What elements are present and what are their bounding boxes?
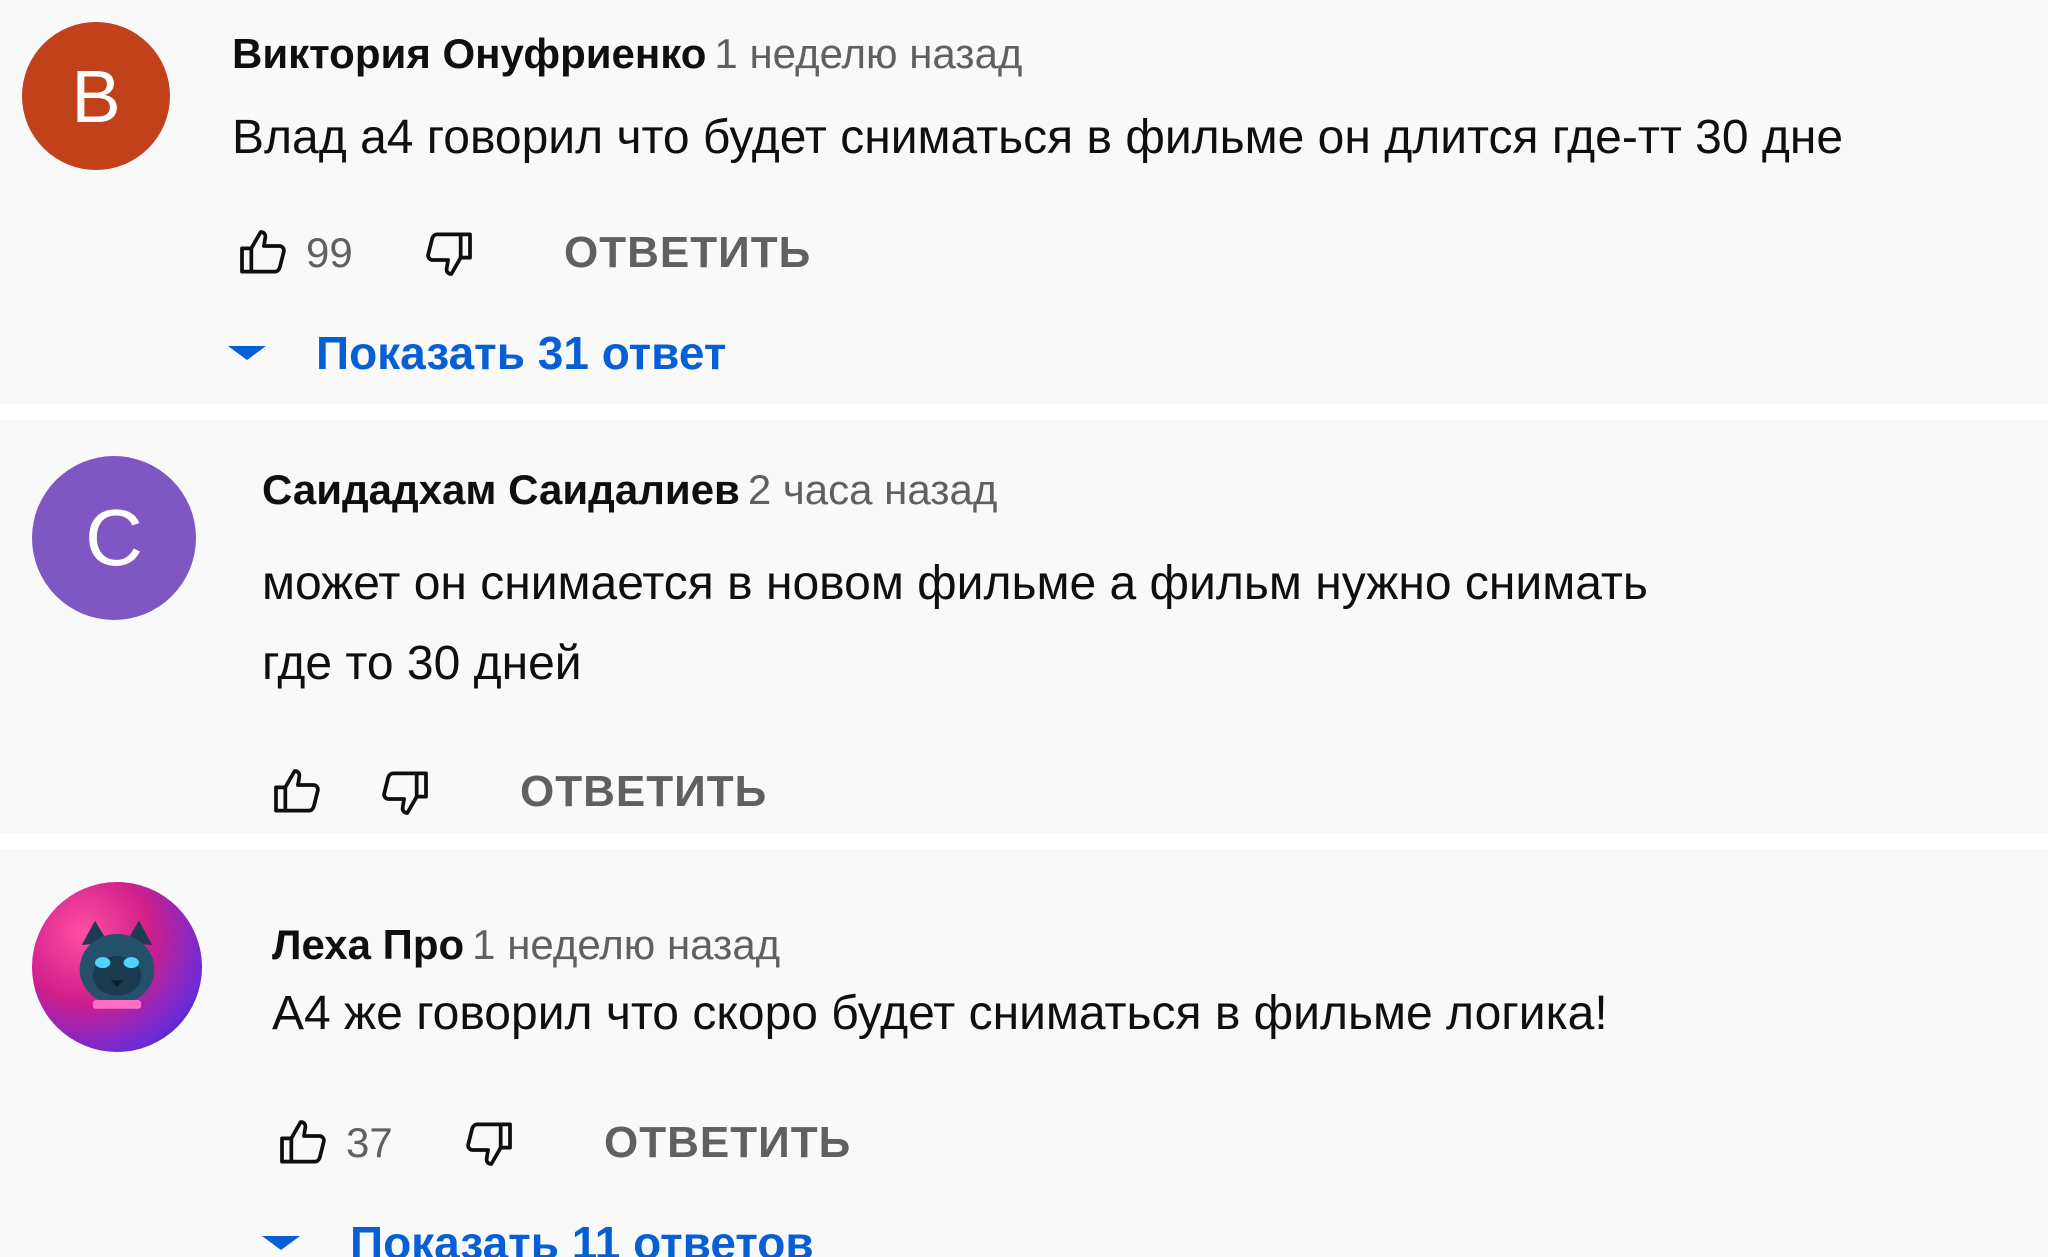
dislike-button[interactable] [414, 218, 484, 288]
avatar[interactable] [32, 882, 202, 1052]
cat-icon [79, 920, 155, 1009]
thumb-up-icon [240, 230, 286, 274]
reply-button[interactable]: ОТВЕТИТЬ [604, 1118, 851, 1168]
comment-header: Виктория Онуфриенко 1 неделю назад [232, 28, 1022, 80]
comment-timestamp[interactable]: 2 часа назад [748, 466, 998, 513]
show-replies-label: Показать 11 ответов [350, 1217, 814, 1257]
comment-actions: 37 ОТВЕТИТЬ [268, 1108, 851, 1178]
avatar[interactable]: В [22, 22, 170, 170]
comment-text-line: Влад а4 говорил что будет сниматься в фи… [232, 111, 1844, 164]
comment-text-line: где то 30 дней [262, 637, 582, 690]
thumb-down-icon [466, 1122, 512, 1166]
thumb-down-icon [426, 232, 472, 276]
thumb-up-icon [274, 769, 320, 813]
show-replies-button[interactable]: Показать 31 ответ [228, 326, 726, 380]
comment-actions: 99 ОТВЕТИТЬ [228, 218, 811, 288]
show-replies-label: Показать 31 ответ [316, 327, 727, 379]
avatar[interactable]: С [32, 456, 196, 620]
thumb-down-icon [382, 771, 428, 815]
comment-text: А4 же говорил что скоро будет сниматься … [272, 974, 1608, 1054]
author-name[interactable]: Саидадхам Саидалиев [262, 466, 740, 513]
comment-actions: ОТВЕТИТЬ [262, 757, 767, 827]
comment-timestamp[interactable]: 1 неделю назад [472, 921, 780, 968]
reply-button[interactable]: ОТВЕТИТЬ [564, 228, 811, 278]
reply-button[interactable]: ОТВЕТИТЬ [520, 767, 767, 817]
comment-text: может он снимается в новом фильме а филь… [262, 544, 1648, 704]
comment-text-line: А4 же говорил что скоро будет сниматься … [272, 987, 1608, 1040]
comment-header: Саидадхам Саидалиев 2 часа назад [262, 464, 997, 516]
thumb-up-icon [280, 1120, 326, 1164]
comment-text-line: может он снимается в новом фильме а филь… [262, 557, 1648, 610]
avatar-letter: В [71, 54, 121, 138]
comment-header: Леха Про 1 неделю назад [272, 919, 780, 971]
comment-thread: С Саидадхам Саидалиев 2 часа назад может … [0, 420, 2048, 833]
caret-down-icon [228, 346, 266, 360]
like-button[interactable] [228, 218, 298, 288]
like-count: 99 [306, 229, 353, 276]
like-button[interactable] [268, 1108, 338, 1178]
like-button[interactable] [262, 757, 332, 827]
comment-timestamp[interactable]: 1 неделю назад [714, 30, 1022, 77]
caret-down-icon [262, 1236, 300, 1250]
author-name[interactable]: Виктория Онуфриенко [232, 30, 706, 77]
comment-text: Влад а4 говорил что будет сниматься в фи… [232, 98, 1843, 178]
dislike-button[interactable] [454, 1108, 524, 1178]
show-replies-button[interactable]: Показать 11 ответов [262, 1216, 814, 1257]
dislike-button[interactable] [370, 757, 440, 827]
like-count: 37 [346, 1119, 393, 1166]
comment-thread: Леха Про 1 неделю назад А4 же говорил что… [0, 849, 2048, 1257]
avatar-letter: С [85, 493, 143, 582]
comments-page: В Виктория Онуфриенко 1 неделю назад Влад… [0, 0, 2048, 1257]
author-name[interactable]: Леха Про [272, 921, 464, 968]
comment-thread: В Виктория Онуфриенко 1 неделю назад Влад… [0, 0, 2048, 404]
